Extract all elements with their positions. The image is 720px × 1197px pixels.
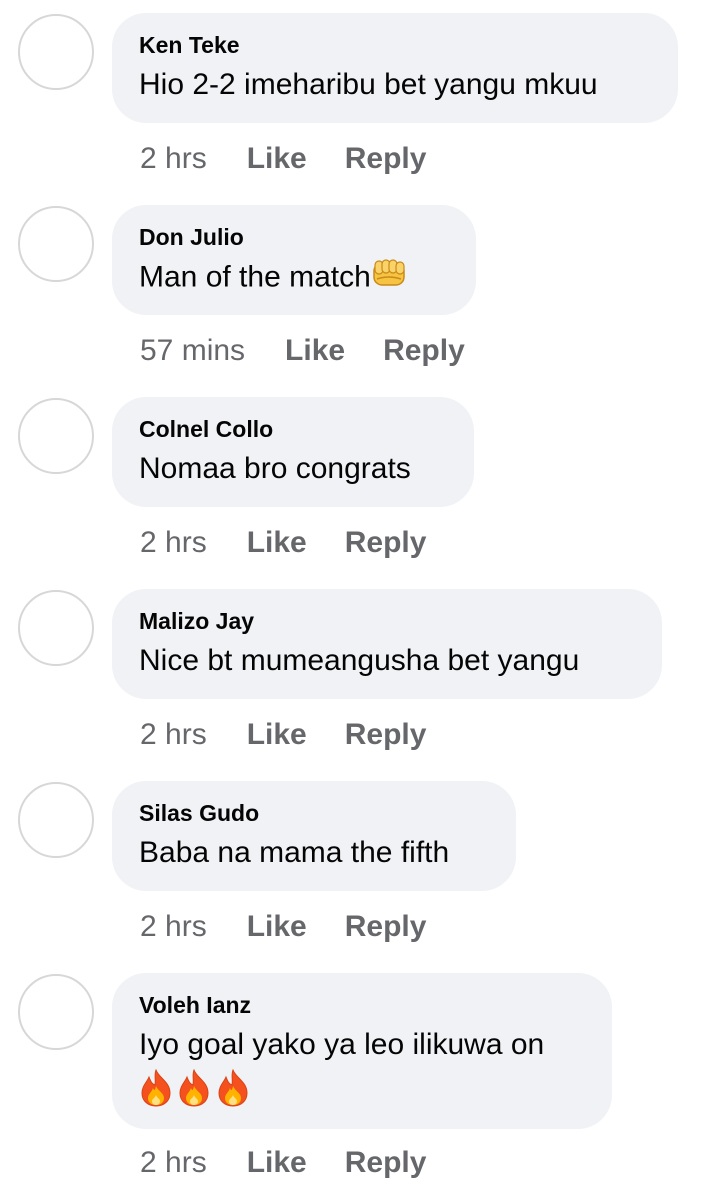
reply-button[interactable]: Reply (345, 526, 427, 560)
reply-button[interactable]: Reply (345, 1146, 427, 1180)
comment-time[interactable]: 2 hrs (140, 1146, 207, 1180)
fist-icon (371, 257, 409, 300)
like-button[interactable]: Like (285, 334, 345, 368)
comment-actions: 2 hrs Like Reply (140, 718, 426, 752)
comment-author[interactable]: Malizo Jay (139, 607, 634, 635)
comment-time[interactable]: 2 hrs (140, 142, 207, 176)
fire-icon (177, 1068, 211, 1112)
comment-bubble[interactable]: Ken Teke Hio 2-2 imeharibu bet yangu mku… (112, 13, 678, 123)
comment-actions: 57 mins Like Reply (140, 334, 465, 368)
comment-actions: 2 hrs Like Reply (140, 142, 426, 176)
comment-author[interactable]: Ken Teke (139, 31, 650, 59)
comment-text: Man of the match (139, 257, 448, 300)
comment-time[interactable]: 57 mins (140, 334, 245, 368)
fire-icon (139, 1068, 173, 1112)
comment-text: Iyo goal yako ya leo ilikuwa on (139, 1028, 545, 1061)
comment-author[interactable]: Voleh Ianz (139, 991, 584, 1019)
comment-bubble[interactable]: Colnel Collo Nomaa bro congrats (112, 397, 474, 507)
avatar[interactable] (18, 590, 94, 666)
comment-text: Nice bt mumeangusha bet yangu (139, 644, 580, 677)
comment-time[interactable]: 2 hrs (140, 718, 207, 752)
avatar[interactable] (18, 14, 94, 90)
reply-button[interactable]: Reply (345, 718, 427, 752)
comment-actions: 2 hrs Like Reply (140, 910, 426, 944)
comment-time[interactable]: 2 hrs (140, 526, 207, 560)
comment-text: Nomaa bro congrats (139, 452, 411, 485)
avatar[interactable] (18, 974, 94, 1050)
avatar[interactable] (18, 206, 94, 282)
comment-text-content: Man of the match (139, 260, 371, 294)
comment-bubble[interactable]: Don Julio Man of the match (112, 205, 476, 315)
comment-text: Baba na mama the fifth (139, 836, 450, 869)
avatar[interactable] (18, 782, 94, 858)
like-button[interactable]: Like (247, 1146, 307, 1180)
like-button[interactable]: Like (247, 526, 307, 560)
comment-bubble[interactable]: Malizo Jay Nice bt mumeangusha bet yangu (112, 589, 662, 699)
reply-button[interactable]: Reply (383, 334, 465, 368)
emoji-row (139, 1068, 584, 1112)
like-button[interactable]: Like (247, 910, 307, 944)
comment-author[interactable]: Colnel Collo (139, 415, 446, 443)
comment-author[interactable]: Don Julio (139, 223, 448, 251)
like-button[interactable]: Like (247, 142, 307, 176)
like-button[interactable]: Like (247, 718, 307, 752)
avatar[interactable] (18, 398, 94, 474)
comment-actions: 2 hrs Like Reply (140, 1146, 426, 1180)
comment-bubble[interactable]: Voleh Ianz Iyo goal yako ya leo ilikuwa … (112, 973, 612, 1129)
reply-button[interactable]: Reply (345, 910, 427, 944)
comment-text: Hio 2-2 imeharibu bet yangu mkuu (139, 68, 598, 101)
fire-icon (216, 1068, 250, 1112)
reply-button[interactable]: Reply (345, 142, 427, 176)
comment-bubble[interactable]: Silas Gudo Baba na mama the fifth (112, 781, 516, 891)
comment-actions: 2 hrs Like Reply (140, 526, 426, 560)
comment-time[interactable]: 2 hrs (140, 910, 207, 944)
comment-author[interactable]: Silas Gudo (139, 799, 488, 827)
